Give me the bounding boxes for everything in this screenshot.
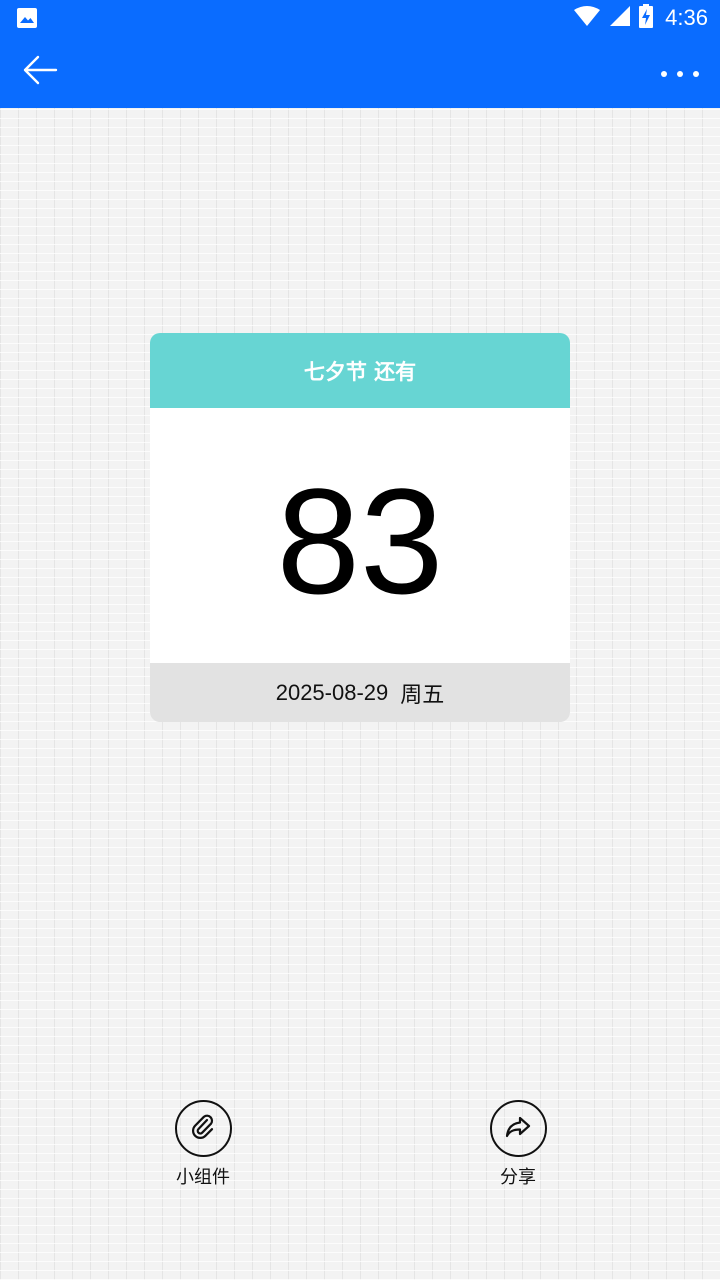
status-time: 4:36 (665, 5, 708, 30)
share-label: 分享 (500, 1167, 536, 1188)
countdown-header: 七夕节 还有 (150, 333, 570, 408)
countdown-body: 83 (150, 408, 570, 663)
back-button[interactable] (14, 50, 66, 94)
widget-label: 小组件 (176, 1167, 230, 1188)
paperclip-icon (187, 1111, 219, 1147)
arrow-left-icon (22, 54, 58, 90)
status-indicators: 4:36 (573, 0, 708, 36)
signal-icon (609, 5, 631, 31)
countdown-card: 七夕节 还有 83 2025-08-29 周五 (150, 333, 570, 722)
countdown-footer: 2025-08-29 周五 (150, 663, 570, 722)
wifi-icon (573, 5, 601, 31)
widget-button[interactable]: 小组件 (153, 1100, 253, 1189)
status-bar: 4:36 (0, 0, 720, 36)
share-button[interactable]: 分享 (468, 1100, 568, 1189)
battery-charging-icon (639, 4, 654, 32)
target-weekday: 周五 (400, 682, 445, 708)
more-button[interactable] (650, 50, 710, 94)
event-title: 七夕节 还有 (303, 359, 417, 384)
image-icon (17, 8, 37, 28)
share-button-circle[interactable] (489, 1100, 547, 1157)
target-date: 2025-08-29 (275, 679, 389, 705)
share-arrow-icon (502, 1111, 534, 1147)
widget-button-circle[interactable] (174, 1100, 232, 1157)
days-count: 83 (276, 456, 444, 625)
app-bar (0, 36, 720, 108)
more-horizontal-icon (660, 63, 700, 82)
